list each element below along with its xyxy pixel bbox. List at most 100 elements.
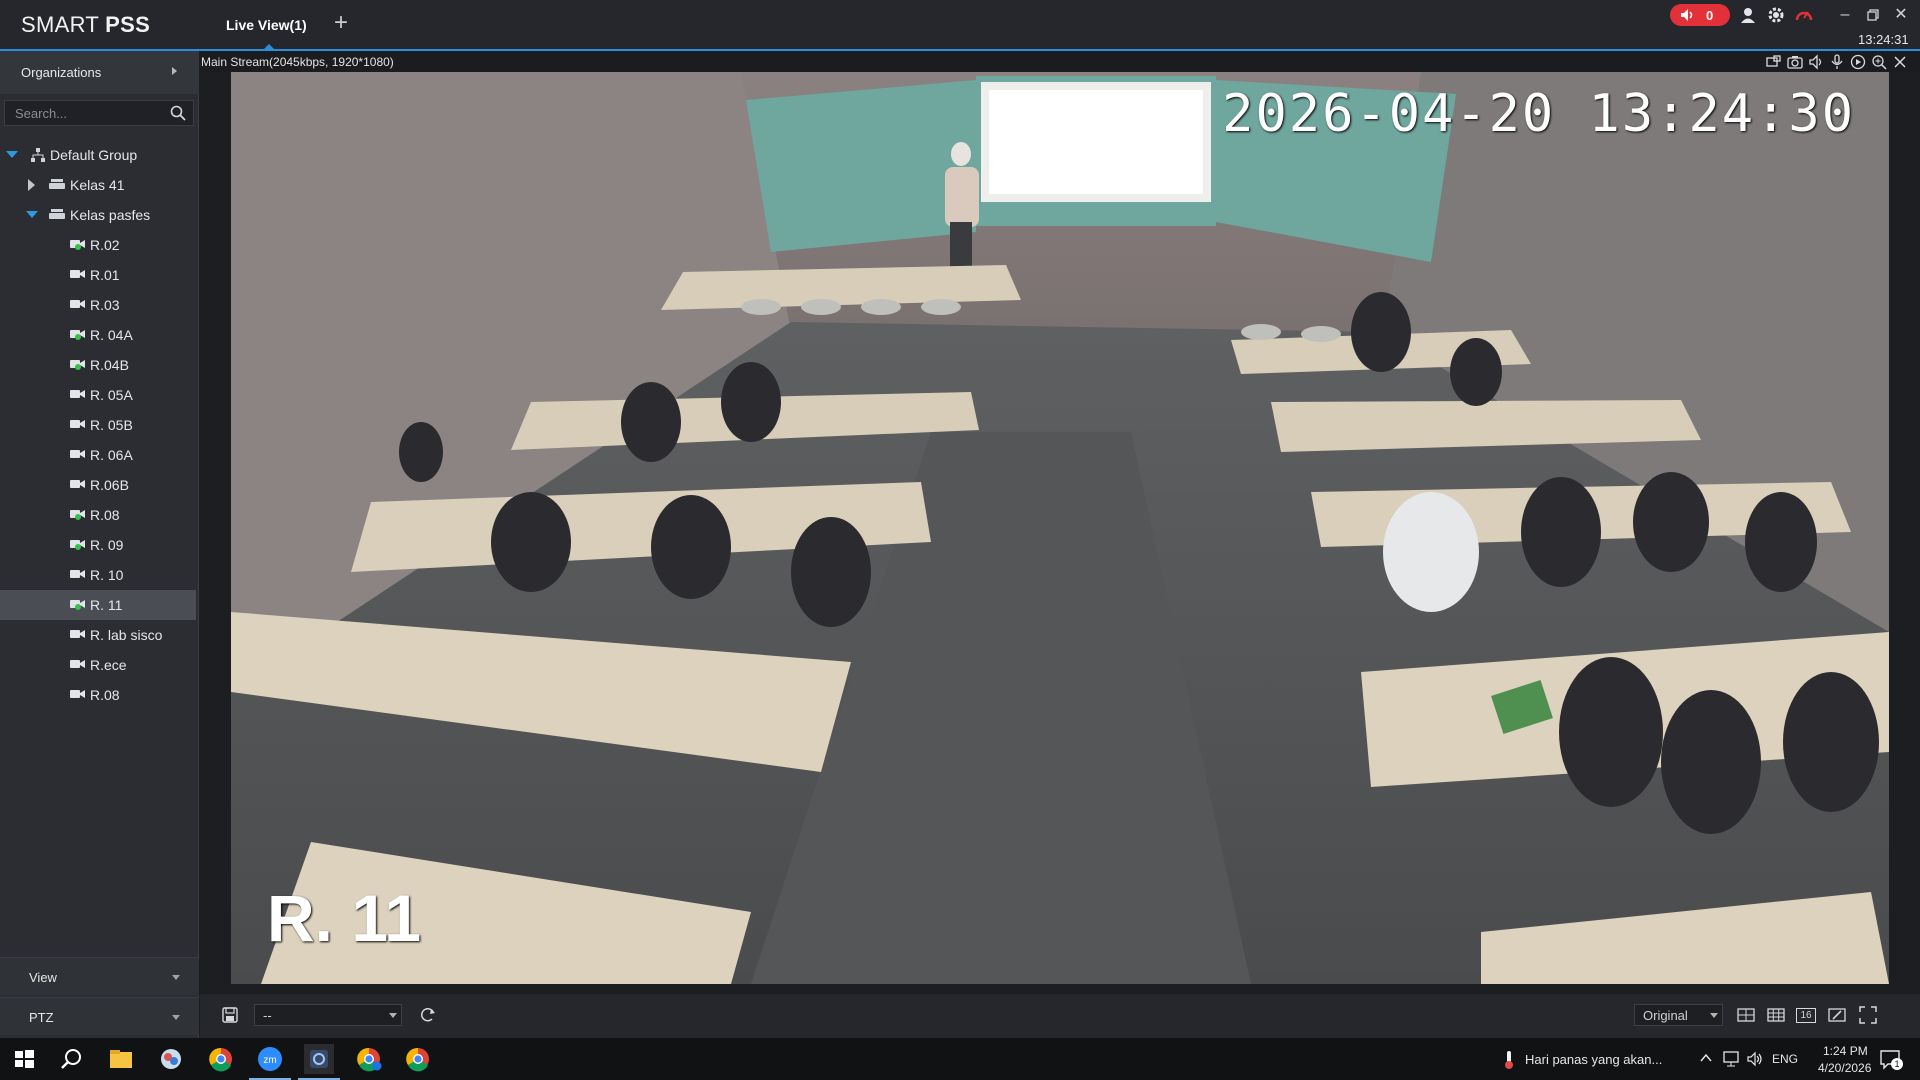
taskbar-search-icon[interactable] bbox=[57, 1044, 87, 1074]
close-stream-icon[interactable] bbox=[1892, 54, 1908, 70]
expand-icon[interactable] bbox=[26, 211, 38, 218]
aspect-ratio-select[interactable]: Original bbox=[1634, 1004, 1723, 1026]
snipping-tool-icon[interactable] bbox=[156, 1044, 186, 1074]
performance-gauge-icon[interactable] bbox=[1794, 5, 1814, 25]
camera-item[interactable]: R.04B bbox=[0, 350, 196, 380]
snapshot-camera-icon[interactable] bbox=[1787, 54, 1803, 70]
camera-label: R.ece bbox=[90, 657, 127, 673]
camera-item[interactable]: R.ece bbox=[0, 650, 196, 680]
ptz-panel-toggle[interactable]: PTZ bbox=[0, 997, 199, 1035]
expand-icon[interactable] bbox=[28, 179, 35, 191]
camera-item[interactable]: R. 05A bbox=[0, 380, 196, 410]
action-center-button[interactable]: 1 bbox=[1879, 1048, 1903, 1070]
camera-item[interactable]: R.02 bbox=[0, 230, 196, 260]
layout-16-button[interactable]: 16 bbox=[1796, 1008, 1816, 1023]
microphone-icon[interactable] bbox=[1829, 54, 1845, 70]
view-preset-select[interactable]: -- bbox=[254, 1004, 402, 1026]
record-play-icon[interactable] bbox=[1850, 54, 1866, 70]
ratio-value: Original bbox=[1643, 1008, 1688, 1023]
tree-root-default-group[interactable]: Default Group bbox=[0, 140, 196, 170]
camera-item[interactable]: R. 04A bbox=[0, 320, 196, 350]
restore-button[interactable] bbox=[1862, 4, 1884, 26]
restore-icon bbox=[1867, 9, 1879, 21]
layout-4-icon[interactable] bbox=[1736, 1005, 1756, 1025]
camera-label: R. 05B bbox=[90, 417, 133, 433]
camera-item[interactable]: R. 11 bbox=[0, 590, 196, 620]
camera-label: R. lab sisco bbox=[90, 627, 163, 643]
weather-notification[interactable]: Hari panas yang akan... bbox=[1525, 1052, 1662, 1067]
audio-speaker-icon[interactable] bbox=[1808, 54, 1824, 70]
volume-icon[interactable] bbox=[1746, 1050, 1764, 1068]
camera-icon bbox=[70, 540, 85, 550]
camera-item[interactable]: R.08 bbox=[0, 680, 196, 710]
group-label: Kelas pasfes bbox=[70, 207, 151, 223]
camera-item[interactable]: R.01 bbox=[0, 260, 196, 290]
device-search bbox=[4, 100, 194, 126]
thermometer-weather-icon[interactable] bbox=[1502, 1050, 1516, 1070]
title-bar: SMART PSS Live View(1) + 0 – ✕ 13:24:31 bbox=[0, 0, 1920, 51]
windows-start-icon[interactable] bbox=[9, 1044, 39, 1074]
tab-live-view[interactable]: Live View(1) bbox=[206, 0, 326, 51]
camera-item[interactable]: R.06B bbox=[0, 470, 196, 500]
camera-item[interactable]: R.03 bbox=[0, 290, 196, 320]
camera-item[interactable]: R. 09 bbox=[0, 530, 196, 560]
chrome-icon[interactable] bbox=[206, 1044, 236, 1074]
search-input[interactable] bbox=[15, 104, 165, 122]
org-tree-icon bbox=[31, 148, 45, 162]
input-language[interactable]: ENG bbox=[1772, 1052, 1798, 1066]
windows-taskbar: zm Hari panas yang akan... ENG 1:24 PM 4… bbox=[0, 1038, 1920, 1080]
chrome-profile-icon[interactable] bbox=[354, 1044, 384, 1074]
alarm-badge[interactable]: 0 bbox=[1670, 4, 1730, 26]
chevron-down-icon bbox=[1710, 1013, 1718, 1018]
tree-group-kelas-41[interactable]: Kelas 41 bbox=[0, 170, 196, 200]
organizations-header[interactable]: Organizations bbox=[0, 51, 199, 94]
zoom-app-icon[interactable]: zm bbox=[249, 1044, 291, 1080]
tree-root-label: Default Group bbox=[50, 147, 138, 163]
network-icon[interactable] bbox=[1722, 1050, 1740, 1068]
camera-item[interactable]: R. 10 bbox=[0, 560, 196, 590]
camera-label: R.01 bbox=[90, 267, 120, 283]
camera-icon bbox=[70, 480, 85, 488]
camera-icon bbox=[70, 360, 85, 370]
tray-chevron-up-icon[interactable] bbox=[1700, 1053, 1712, 1063]
save-view-icon[interactable] bbox=[220, 1005, 240, 1025]
tree-group-kelas-pasfes[interactable]: Kelas pasfes bbox=[0, 200, 196, 230]
fullscreen-icon[interactable] bbox=[1858, 1005, 1878, 1025]
camera-item[interactable]: R. lab sisco bbox=[0, 620, 196, 650]
gear-icon[interactable] bbox=[1766, 5, 1786, 25]
file-explorer-icon[interactable] bbox=[106, 1044, 136, 1074]
camera-label: R. 10 bbox=[90, 567, 124, 583]
close-button[interactable]: ✕ bbox=[1890, 4, 1912, 26]
search-icon[interactable] bbox=[170, 105, 186, 121]
custom-layout-edit-icon[interactable] bbox=[1827, 1005, 1847, 1025]
aspect-toggle-icon[interactable] bbox=[1766, 54, 1782, 70]
camera-label: R.08 bbox=[90, 687, 120, 703]
camera-item[interactable]: R. 06A bbox=[0, 440, 196, 470]
expand-icon[interactable] bbox=[6, 151, 18, 158]
group-label: Kelas 41 bbox=[70, 177, 125, 193]
minimize-button[interactable]: – bbox=[1834, 4, 1856, 26]
live-video-feed[interactable]: 2026-04-20 13:24:30 R. 11 bbox=[231, 72, 1889, 984]
speaker-icon bbox=[1681, 9, 1693, 21]
refresh-icon[interactable] bbox=[418, 1005, 438, 1025]
zoom-in-icon[interactable] bbox=[1871, 54, 1887, 70]
layout-9-icon[interactable] bbox=[1766, 1005, 1786, 1025]
add-tab-button[interactable]: + bbox=[330, 11, 352, 35]
classroom-video-frame bbox=[231, 72, 1889, 984]
collapse-arrow-icon[interactable] bbox=[172, 67, 177, 75]
device-sidebar: Organizations Default Group Kelas 41 bbox=[0, 51, 199, 1038]
smart-pss-app-icon[interactable] bbox=[298, 1044, 340, 1080]
chrome-second-icon[interactable] bbox=[403, 1044, 433, 1074]
camera-icon bbox=[70, 660, 85, 668]
preset-value: -- bbox=[263, 1008, 272, 1023]
taskbar-time[interactable]: 1:24 PM bbox=[1823, 1044, 1868, 1058]
camera-label: R.02 bbox=[90, 237, 120, 253]
camera-item[interactable]: R.08 bbox=[0, 500, 196, 530]
camera-item[interactable]: R. 05B bbox=[0, 410, 196, 440]
notification-count: 1 bbox=[1891, 1058, 1903, 1070]
user-icon[interactable] bbox=[1738, 5, 1758, 25]
taskbar-date[interactable]: 4/20/2026 bbox=[1818, 1061, 1871, 1075]
camera-icon bbox=[70, 240, 85, 250]
chevron-down-icon bbox=[172, 1015, 180, 1020]
view-panel-toggle[interactable]: View bbox=[0, 957, 199, 995]
